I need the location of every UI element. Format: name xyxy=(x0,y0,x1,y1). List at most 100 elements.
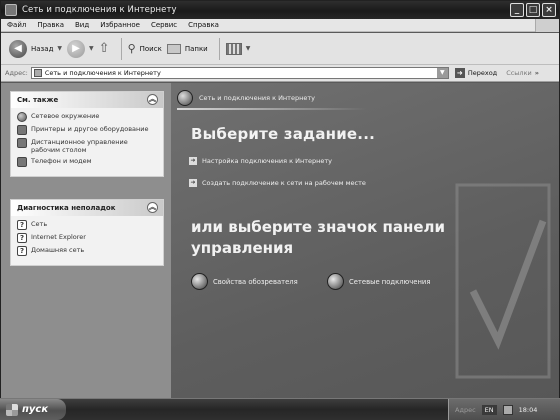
search-label: Поиск xyxy=(139,44,162,53)
collapse-chevron-icon[interactable]: ︽ xyxy=(147,94,158,105)
windows-flag-icon xyxy=(6,403,18,416)
window-title: Сеть и подключения к Интернету xyxy=(22,5,177,15)
window-controls: _ □ × xyxy=(510,3,556,17)
see-also-item-label: Телефон и модем xyxy=(31,157,92,165)
collapse-chevron-icon[interactable]: ︽ xyxy=(147,202,158,213)
back-button[interactable]: ◀ Назад ▼ xyxy=(9,39,62,58)
see-also-item-label: Дистанционное управление рабочим столом xyxy=(31,138,128,154)
taskbar: пуск Адрес EN 18:04 xyxy=(0,398,560,420)
clock[interactable]: 18:04 xyxy=(519,406,538,414)
category-header: Сеть и подключения к Интернету xyxy=(177,89,357,107)
menu-bar: Файл Правка Вид Избранное Сервис Справка xyxy=(1,19,559,32)
menu-view[interactable]: Вид xyxy=(75,21,89,29)
pick-task-heading: Выберите задание... xyxy=(191,125,375,143)
troubleshooter-internet-explorer[interactable]: ? Internet Explorer xyxy=(17,233,157,243)
see-also-item-label: Сетевое окружение xyxy=(31,112,100,120)
back-dropdown-icon[interactable]: ▼ xyxy=(57,45,62,52)
language-indicator[interactable]: EN xyxy=(481,404,497,415)
category-title: Сеть и подключения к Интернету xyxy=(199,94,315,102)
forward-button[interactable]: ▶ ▼ xyxy=(67,39,94,58)
menu-tools[interactable]: Сервис xyxy=(151,21,177,29)
folders-label: Папки xyxy=(184,44,208,53)
go-button[interactable]: ➜ Переход xyxy=(454,68,498,78)
go-label: Переход xyxy=(467,69,498,77)
menu-edit[interactable]: Правка xyxy=(37,21,64,29)
address-value: Сеть и подключения к Интернету xyxy=(44,69,161,77)
see-also-network-places[interactable]: Сетевое окружение xyxy=(17,112,157,122)
pick-icon-heading: или выберите значок панели управления xyxy=(191,218,445,257)
cp-internet-options[interactable]: Свойства обозревателя xyxy=(191,273,298,290)
views-dropdown-icon[interactable]: ▼ xyxy=(246,45,251,52)
cp-item-label: Свойства обозревателя xyxy=(213,277,298,286)
phone-modem-icon xyxy=(17,157,27,167)
troubleshooters-header[interactable]: Диагностика неполадок ︽ xyxy=(11,200,163,216)
folder-up-icon: ⇧ xyxy=(98,41,110,56)
close-button[interactable]: × xyxy=(542,3,556,17)
troubleshooter-label: Домашняя сеть xyxy=(31,246,85,254)
minimize-button[interactable]: _ xyxy=(510,3,524,17)
start-label: пуск xyxy=(22,404,49,415)
header-divider xyxy=(177,108,367,110)
views-button[interactable]: ▼ xyxy=(225,42,251,55)
see-also-printers[interactable]: Принтеры и другое оборудование xyxy=(17,125,157,135)
forward-dropdown-icon[interactable]: ▼ xyxy=(89,45,94,52)
folders-icon xyxy=(166,43,181,54)
see-also-remote-desktop[interactable]: Дистанционное управление рабочим столом xyxy=(17,138,157,154)
address-dropdown-icon[interactable]: ▼ xyxy=(436,68,448,78)
help-icon: ? xyxy=(17,220,27,230)
network-folder-icon xyxy=(33,69,42,77)
see-also-title: См. также xyxy=(17,96,59,104)
links-label[interactable]: Ссылки xyxy=(506,69,532,77)
menu-file[interactable]: Файл xyxy=(7,21,26,29)
cp-network-connections[interactable]: Сетевые подключения xyxy=(327,273,430,290)
see-also-item-label: Принтеры и другое оборудование xyxy=(31,125,149,133)
title-bar[interactable]: Сеть и подключения к Интернету _ □ × xyxy=(1,1,559,19)
troubleshooters-title: Диагностика неполадок xyxy=(17,204,116,212)
back-arrow-icon: ◀ xyxy=(9,39,27,58)
window-folder-icon xyxy=(5,4,17,16)
toolbar-separator xyxy=(120,37,122,60)
troubleshooters-panel: Диагностика неполадок ︽ ? Сеть ? Interne… xyxy=(10,199,164,266)
forward-arrow-icon: ▶ xyxy=(67,39,86,58)
see-also-panel: См. также ︽ Сетевое окружение Принтеры и… xyxy=(10,91,164,177)
maximize-button[interactable]: □ xyxy=(526,3,540,17)
troubleshooter-label: Internet Explorer xyxy=(31,233,86,241)
task-setup-internet[interactable]: ➜ Настройка подключения к Интернету xyxy=(189,157,332,165)
system-tray: Адрес EN 18:04 xyxy=(448,399,560,420)
help-icon: ? xyxy=(17,246,27,256)
task-arrow-icon: ➜ xyxy=(189,157,197,165)
tray-address-label[interactable]: Адрес xyxy=(455,406,476,414)
task-pane: См. также ︽ Сетевое окружение Принтеры и… xyxy=(1,83,171,399)
troubleshooter-label: Сеть xyxy=(31,220,48,228)
menu-favorites[interactable]: Избранное xyxy=(100,21,140,29)
menu-help[interactable]: Справка xyxy=(188,21,219,29)
toolbar: ◀ Назад ▼ ▶ ▼ ⇧ ⚲ Поиск Папки ▼ xyxy=(1,33,559,65)
task-label: Настройка подключения к Интернету xyxy=(202,157,332,165)
address-field[interactable]: Сеть и подключения к Интернету ▼ xyxy=(30,67,449,79)
troubleshooter-network[interactable]: ? Сеть xyxy=(17,220,157,230)
internet-options-icon xyxy=(191,273,208,290)
see-also-header[interactable]: См. также ︽ xyxy=(11,92,163,108)
search-button[interactable]: ⚲ Поиск xyxy=(128,42,162,55)
content-pane: Сеть и подключения к Интернету Выберите … xyxy=(171,83,559,399)
up-button[interactable]: ⇧ xyxy=(99,41,110,56)
checkmark-watermark-icon xyxy=(455,183,551,379)
explorer-window: Сеть и подключения к Интернету _ □ × Фай… xyxy=(0,0,560,399)
search-icon: ⚲ xyxy=(127,42,136,55)
printer-icon xyxy=(17,125,27,135)
folders-button[interactable]: Папки xyxy=(166,43,208,54)
go-arrow-icon: ➜ xyxy=(454,68,465,78)
tray-app-icon[interactable] xyxy=(502,404,513,415)
task-label: Создать подключение к сети на рабочем ме… xyxy=(202,179,366,187)
help-icon: ? xyxy=(17,233,27,243)
task-create-workplace-connection[interactable]: ➜ Создать подключение к сети на рабочем … xyxy=(189,179,366,187)
back-label: Назад xyxy=(31,44,54,53)
see-also-phone-modem[interactable]: Телефон и модем xyxy=(17,157,157,167)
troubleshooter-home-network[interactable]: ? Домашняя сеть xyxy=(17,246,157,256)
links-chevron-icon[interactable]: » xyxy=(535,69,539,77)
task-arrow-icon: ➜ xyxy=(189,179,197,187)
address-label: Адрес: xyxy=(5,69,28,77)
cp-item-label: Сетевые подключения xyxy=(349,277,431,286)
address-bar: Адрес: Сеть и подключения к Интернету ▼ … xyxy=(1,65,559,82)
start-button[interactable]: пуск xyxy=(0,399,66,420)
